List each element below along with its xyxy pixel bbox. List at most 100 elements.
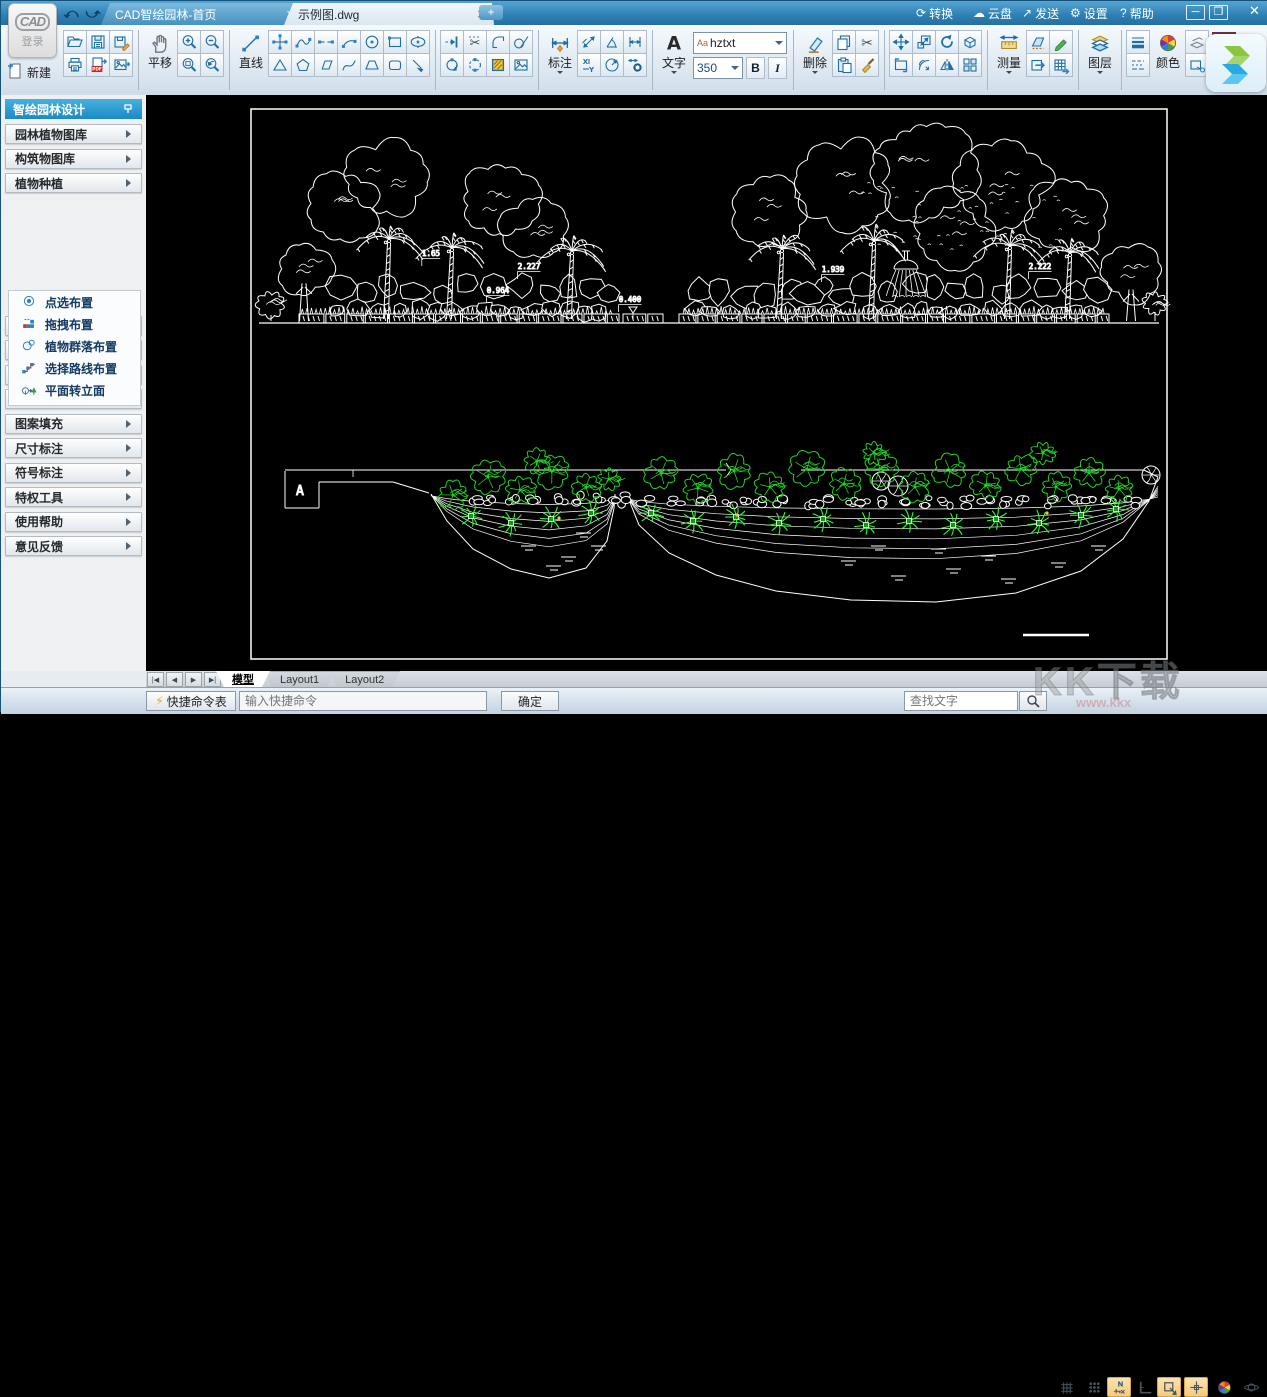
submenu-item-5[interactable]: 平面转立面 [9, 379, 140, 401]
status-linetype-ellipse-toggle[interactable] [1239, 1377, 1263, 1397]
toolbar-trim-button[interactable]: ✂ [463, 30, 487, 54]
italic-button[interactable]: I [768, 57, 787, 79]
toolbar-dim-radius-button[interactable] [600, 53, 624, 77]
sidebar-item-3[interactable]: 植物种植 [5, 173, 142, 193]
toolbar-layers-button[interactable]: 图层 [1085, 30, 1115, 77]
toolbar-zoom-window-button[interactable] [177, 53, 201, 77]
toolbar-print-button[interactable] [63, 53, 87, 77]
toolbar-mirror-button[interactable] [935, 53, 959, 77]
layout-nav-prev-button[interactable]: ◀ [166, 672, 183, 687]
toolbar-construction-line-button[interactable] [314, 30, 338, 54]
toolbar-parallelogram-button[interactable] [314, 53, 338, 77]
status-dot-grid-toggle[interactable] [1082, 1377, 1106, 1397]
toolbar-cut-button[interactable]: ✂ [855, 30, 879, 54]
toolbar-save-button[interactable] [86, 30, 110, 54]
login-button[interactable]: CAD 登录 [8, 3, 57, 58]
shortcut-table-button[interactable]: ⚡ 快捷命令表 [146, 691, 236, 711]
toolbar-fillet-button[interactable] [486, 30, 510, 54]
forward-arrow-icon[interactable]: ⤻ [83, 4, 103, 22]
toolbar-lineweight-button[interactable] [1126, 30, 1150, 54]
toolbar-linetype-button[interactable] [1126, 53, 1150, 77]
sidebar-item-2[interactable]: 构筑物图库 [5, 149, 142, 169]
toolbar-erase-button[interactable]: 删除 [800, 30, 830, 77]
titlebar-menu-settings[interactable]: ⚙设置 [1070, 4, 1108, 22]
layout-tab-3[interactable]: Layout2 [329, 671, 400, 687]
sidebar-item-10[interactable]: 符号标注 [5, 463, 142, 483]
new-tab-button[interactable]: + [479, 5, 503, 20]
find-text-button[interactable] [1019, 691, 1047, 711]
toolbar-spline-button[interactable] [337, 53, 361, 77]
sidebar-item-8[interactable]: 图案填充 [5, 414, 142, 434]
toolbar-triangle-button[interactable] [268, 53, 292, 77]
toolbar-line-button[interactable]: 直线 [236, 30, 266, 70]
submenu-item-1[interactable]: 点选布置 [9, 291, 140, 313]
toolbar-dim-ordinate-button[interactable]: XY [577, 53, 601, 77]
status-grid-lines-toggle[interactable] [1054, 1377, 1078, 1397]
sidebar-item-9[interactable]: 尺寸标注 [5, 438, 142, 458]
toolbar-match-props-button[interactable] [855, 53, 879, 77]
toolbar-pan-button[interactable]: 平移 [145, 30, 175, 70]
submenu-item-3[interactable]: 植物群落布置 [9, 335, 140, 357]
toolbar-revision-cloud-button[interactable] [440, 53, 464, 77]
submenu-item-2[interactable]: 拖拽布置 [9, 313, 140, 335]
find-text-input[interactable] [904, 691, 1018, 711]
toolbar-trapezoid-button[interactable] [360, 53, 384, 77]
text-size-select[interactable]: 350 [693, 57, 743, 79]
back-arrow-icon[interactable]: ⤺ [61, 4, 81, 22]
toolbar-open-button[interactable] [63, 30, 87, 54]
layout-tab-1[interactable]: 模型 [216, 671, 270, 687]
toolbar-arc-button[interactable] [337, 30, 361, 54]
toolbar-dim-angular-button[interactable] [600, 30, 624, 54]
toolbar-circle-button[interactable] [360, 30, 384, 54]
toolbar-image-button[interactable] [509, 53, 533, 77]
submenu-item-4[interactable]: 选择路线布置 [9, 357, 140, 379]
new-file-button[interactable]: 新建 [6, 59, 61, 85]
status-object-snap-toggle[interactable] [1157, 1377, 1181, 1397]
close-button[interactable]: ✕ [1246, 5, 1263, 18]
toolbar-export-block-button[interactable] [1026, 53, 1050, 77]
toolbar-dim-aligned-button[interactable] [577, 30, 601, 54]
command-input[interactable] [239, 691, 487, 711]
layout-tab-2[interactable]: Layout1 [264, 671, 335, 687]
sidebar-header[interactable]: 智绘园林设计 [5, 99, 142, 119]
toolbar-rotate-3d-button[interactable] [958, 30, 982, 54]
toolbar-scale-button[interactable] [912, 30, 936, 54]
toolbar-base-point-button[interactable] [889, 53, 913, 77]
toolbar-export-table-button[interactable] [1049, 53, 1073, 77]
toolbar-text-button[interactable]: A文字 [659, 30, 689, 77]
toolbar-export-pdf-button[interactable]: PDF [86, 53, 110, 77]
toolbar-leader-button[interactable] [406, 53, 430, 77]
toolbar-zoom-previous-button[interactable] [200, 53, 224, 77]
sidebar-item-1[interactable]: 园林植物图库 [5, 124, 142, 144]
minimize-button[interactable]: ─ [1186, 5, 1205, 20]
s-plugin-logo[interactable] [1206, 34, 1266, 92]
titlebar-menu-convert[interactable]: ⟳转换 [916, 4, 953, 22]
toolbar-measure-area-button[interactable] [1026, 30, 1050, 54]
status-object-track-toggle[interactable] [1184, 1377, 1208, 1397]
toolbar-measure-button[interactable]: 测量 [994, 30, 1024, 77]
toolbar-polyline-button[interactable] [291, 30, 315, 54]
titlebar-menu-cloud[interactable]: ☁云盘 [973, 4, 1012, 22]
toolbar-rectangle-button[interactable] [383, 30, 407, 54]
titlebar-menu-help[interactable]: ?帮助 [1120, 4, 1154, 22]
drawing-canvas[interactable]: 1.650.9642.2270.4001.9392.222A [146, 95, 1267, 671]
toolbar-pentagon-button[interactable] [291, 53, 315, 77]
toolbar-multiline-button[interactable] [268, 30, 292, 54]
toolbar-zoom-in-button[interactable] [177, 30, 201, 54]
toolbar-polygon-select-button[interactable] [463, 53, 487, 77]
title-tab-2[interactable]: 示例图.dwg✕ [284, 3, 494, 25]
toolbar-export-image-button[interactable] [109, 53, 133, 77]
toolbar-dim-linear-button[interactable] [623, 30, 647, 54]
toolbar-move-button[interactable] [889, 30, 913, 54]
layout-nav-first-button[interactable]: |◀ [147, 672, 164, 687]
toolbar-quick-draw-button[interactable] [1049, 30, 1073, 54]
toolbar-hatch-button[interactable] [486, 53, 510, 77]
toolbar-dim-style-button[interactable] [623, 53, 647, 77]
bold-button[interactable]: B [746, 57, 765, 79]
toolbar-offset-button[interactable] [912, 53, 936, 77]
toolbar-save-as-button[interactable] [109, 30, 133, 54]
layout-nav-next-button[interactable]: ▶ [185, 672, 202, 687]
toolbar-tangent-button[interactable] [509, 30, 533, 54]
toolbar-rotate-button[interactable] [935, 30, 959, 54]
title-tab-1[interactable]: CAD智绘园林-首页✕ [101, 3, 303, 25]
